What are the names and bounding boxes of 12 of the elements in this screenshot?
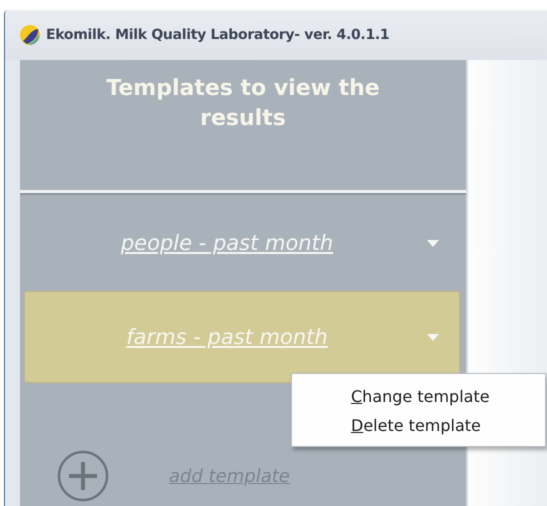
menu-item[interactable]: Delete template	[292, 413, 545, 438]
template-item[interactable]: farms - past month	[24, 291, 460, 383]
template-item[interactable]: people - past month	[24, 197, 460, 289]
template-link[interactable]: farms - past month	[126, 325, 328, 349]
caret-icon[interactable]	[427, 240, 439, 247]
add-icon[interactable]	[57, 450, 109, 502]
menu-item[interactable]: Change template	[292, 384, 545, 409]
caret-icon[interactable]	[427, 334, 439, 341]
template-link[interactable]: people - past month	[120, 231, 334, 255]
sidebar-heading: Templates to view the results	[105, 75, 381, 133]
window-title: Ekomilk. Milk Quality Laboratory- ver. 4.0.1.1	[46, 27, 390, 43]
app-logo-icon	[19, 24, 41, 46]
